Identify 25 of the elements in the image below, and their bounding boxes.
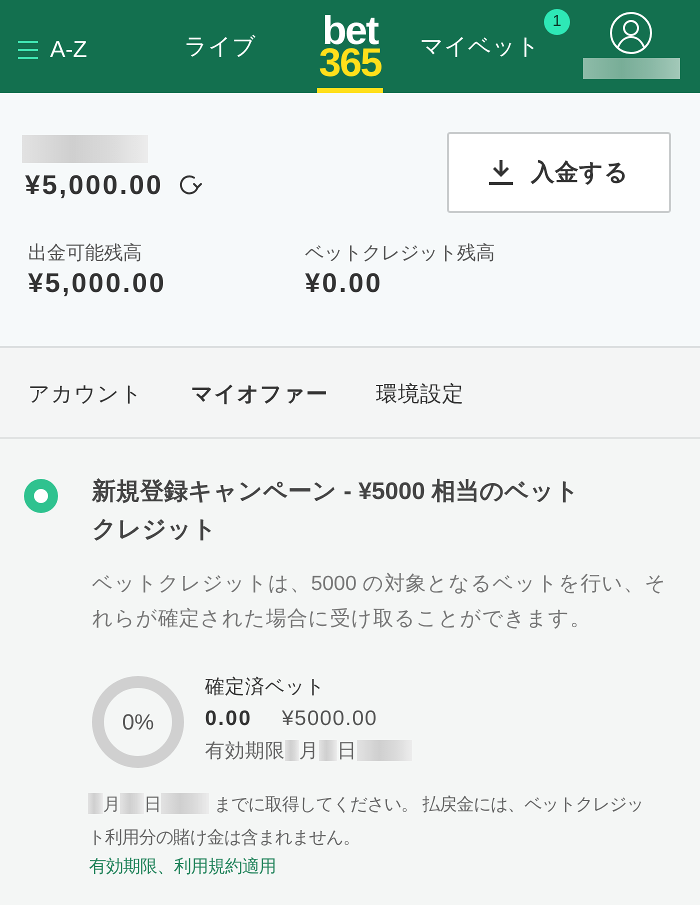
notification-count: 1 bbox=[544, 9, 570, 35]
nav-link[interactable]: ライブ bbox=[184, 0, 256, 93]
menu-button[interactable]: A-Z bbox=[0, 0, 150, 93]
deposit-button[interactable]: 入金する bbox=[447, 132, 671, 213]
target-amount: ¥5000.00 bbox=[282, 706, 378, 732]
balance-label: ベットクレジット残高 bbox=[305, 242, 496, 266]
menu-icon bbox=[18, 40, 38, 58]
status-ring-icon bbox=[24, 479, 58, 513]
offer-title: 新規登録キャンペーン - ¥5000 相当のベットクレジット bbox=[92, 477, 581, 545]
offer-description: ベットクレジットは、5000 の対象となるベットを行い、それらが確定された場合に受け取ることができます。 bbox=[92, 571, 668, 632]
account-icon[interactable] bbox=[610, 12, 652, 54]
download-icon bbox=[489, 160, 513, 186]
balance-label: 出金可能残高 bbox=[28, 242, 143, 266]
settled-amount: 0.00 bbox=[205, 706, 252, 732]
settled-bets-label: 確定済ベット bbox=[205, 675, 326, 700]
tab[interactable]: 環境設定 bbox=[376, 378, 464, 411]
tab[interactable]: アカウント bbox=[28, 378, 143, 411]
terms-link[interactable]: 有効期限、利用規約適用 bbox=[89, 854, 276, 878]
tab[interactable]: マイオファー bbox=[191, 378, 328, 411]
offer-note: 月 日 までに取得してください。 払戻金には、ベットクレジット利用分の賭け金は含まれません。 bbox=[88, 792, 645, 849]
balance-amount: ¥5,000.00 bbox=[28, 267, 168, 299]
expiry-date: 有効期限 月 日 bbox=[205, 735, 412, 767]
progress-percent: 0% bbox=[122, 708, 154, 736]
balance-amount: ¥0.00 bbox=[305, 267, 384, 299]
total-balance: ¥5,000.00 bbox=[25, 169, 164, 201]
